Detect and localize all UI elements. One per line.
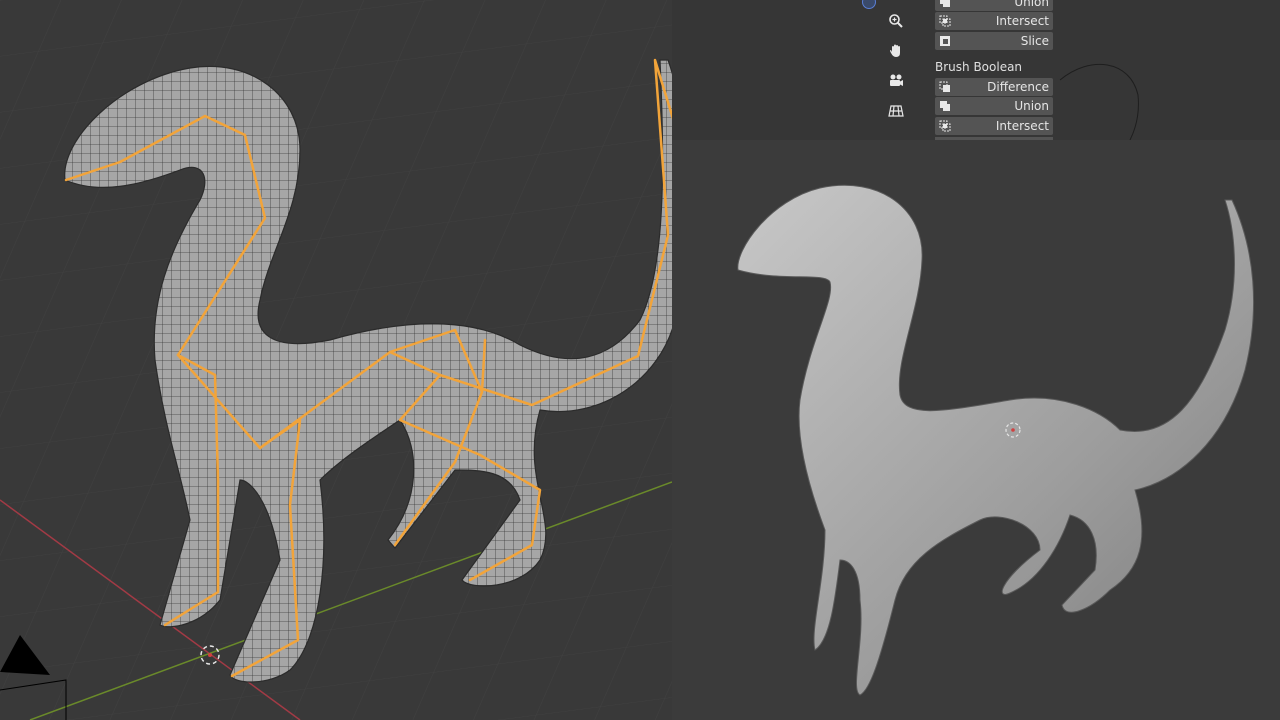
tool-label: Intersect — [995, 14, 1049, 28]
wireframe-scene — [0, 0, 672, 720]
wireframe-viewport[interactable] — [0, 0, 672, 720]
tool-row-partial — [935, 137, 1053, 140]
slice-icon — [940, 36, 950, 46]
tool-intersect-top[interactable]: Intersect — [935, 12, 1053, 30]
camera-icon[interactable] — [885, 70, 907, 92]
tool-union-brush[interactable]: Union — [935, 97, 1053, 115]
intersect-icon — [939, 120, 951, 132]
tool-label: Difference — [987, 80, 1049, 94]
tool-slice[interactable]: Slice — [935, 32, 1053, 50]
brush-boolean-header: Brush Boolean — [935, 60, 1023, 74]
sculpted-creature[interactable] — [737, 184, 1255, 696]
union-icon — [940, 101, 950, 111]
intersect-icon — [939, 15, 951, 27]
hand-pan-icon[interactable] — [885, 40, 907, 62]
tool-difference[interactable]: Difference — [935, 78, 1053, 96]
union-icon — [940, 0, 950, 7]
tool-intersect-brush[interactable]: Intersect — [935, 117, 1053, 135]
tool-label: Intersect — [995, 119, 1049, 133]
tool-label: Slice — [1020, 34, 1049, 48]
tool-label: Union — [1014, 99, 1049, 113]
tool-label: Union — [1014, 0, 1049, 9]
zoom-icon[interactable] — [885, 10, 907, 32]
tool-union-top[interactable]: Union — [935, 0, 1053, 11]
difference-icon — [939, 81, 950, 92]
grid-icon[interactable] — [885, 100, 907, 122]
